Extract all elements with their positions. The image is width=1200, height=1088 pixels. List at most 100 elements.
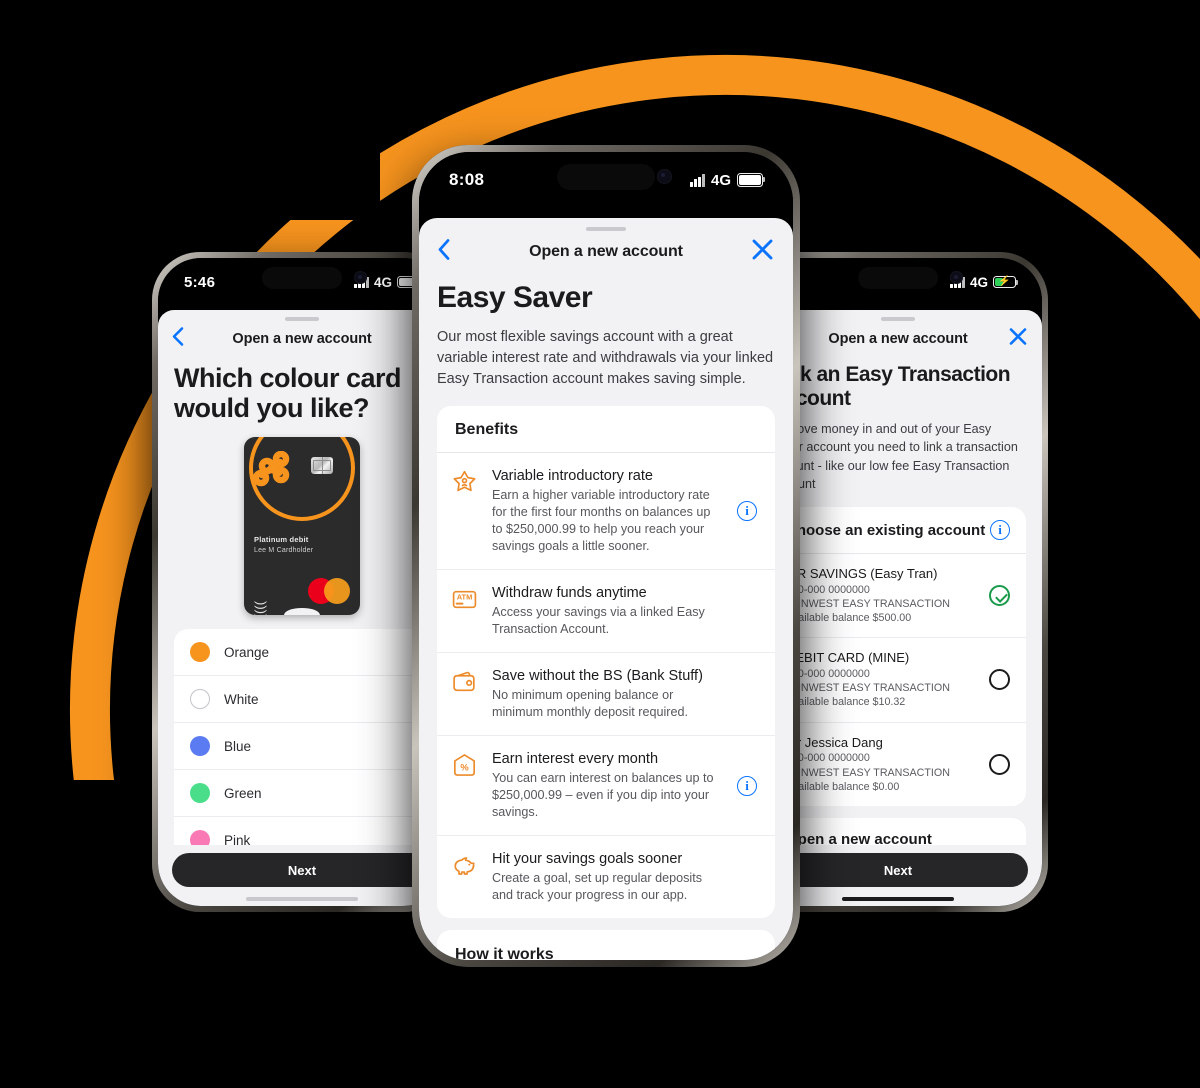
atm-card-icon: ATM (451, 584, 479, 618)
colour-label: Green (224, 785, 262, 801)
front-camera-icon (657, 169, 672, 184)
status-bar-left: 5:46 4G (158, 258, 446, 306)
colour-label: Blue (224, 738, 252, 754)
radio-selected-icon[interactable] (989, 585, 1010, 607)
network-label: 4G (969, 274, 988, 290)
home-indicator (246, 897, 358, 901)
new-account-panel: Open a new account Easy Transaction Acco… (770, 817, 1026, 845)
list-item[interactable]: Blue (174, 723, 430, 771)
account-type: SUNWEST EASY TRANSACTION (786, 766, 950, 779)
sheet-left: Open a new account Which colour card wou… (158, 310, 446, 906)
account-type: SUNWEST EASY TRANSACTION (786, 682, 950, 695)
nav-title: Open a new account (529, 243, 683, 260)
account-type: SUNWEST EASY TRANSACTION (786, 598, 950, 611)
page-description: To move money in and out of your Easy Sa… (770, 422, 1018, 491)
colour-swatch (190, 642, 210, 663)
benefit-desc: Earn a higher variable introductory rate… (492, 487, 711, 553)
piggy-bank-icon (451, 850, 479, 884)
bank-logo-icon (252, 451, 305, 496)
star-badge-icon (451, 467, 479, 501)
page-description: Our most flexible savings account with a… (437, 328, 774, 387)
colour-label: Pink (224, 832, 251, 845)
phone-left: 5:46 4G Open a new account Which colour … (152, 252, 452, 912)
account-name: MR SAVINGS (Easy Tran) (786, 566, 938, 582)
cta-container-left: Next (158, 845, 446, 897)
next-button[interactable]: Next (172, 853, 432, 887)
next-button[interactable]: Next (768, 853, 1028, 887)
info-icon[interactable]: i (990, 520, 1010, 541)
card-holder-name: Lee M Cardholder (254, 547, 314, 555)
page-title: Easy Saver (437, 281, 593, 314)
network-label: 4G (373, 274, 392, 290)
list-item[interactable]: ATM Withdraw funds anytime Access your s… (437, 570, 775, 653)
svg-text:%: % (460, 762, 469, 772)
existing-accounts-header: Choose an existing account i (770, 507, 1026, 555)
close-button[interactable] (1008, 327, 1028, 352)
colour-label: Orange (224, 644, 270, 660)
colour-swatch (190, 830, 210, 845)
dynamic-island (262, 267, 342, 289)
new-account-header: Open a new account (770, 818, 1026, 845)
account-balance: Available balance $10.32 (786, 696, 906, 709)
account-number: 000-000 0000000 (786, 583, 870, 596)
benefit-title: Variable introductory rate (492, 467, 653, 484)
ring-mask-bottom-mid (430, 960, 760, 1088)
battery-charging-icon: ⚡ (993, 276, 1019, 288)
bolt-icon: ⚡ (998, 276, 1011, 287)
back-button[interactable] (437, 238, 451, 267)
status-time: 5:46 (184, 273, 216, 291)
table-row[interactable]: Mr Jessica Dang 000-000 0000000 SUNWEST … (770, 723, 1026, 806)
benefit-title: Earn interest every month (492, 751, 659, 768)
card-chip-icon (311, 457, 333, 475)
front-camera-icon (950, 271, 963, 284)
mastercard-icon (308, 578, 350, 605)
page-title: Link an Easy Transaction Account (770, 363, 1011, 410)
account-balance: Available balance $0.00 (786, 780, 900, 793)
account-number: 000-000 0000000 (786, 752, 870, 765)
front-camera-icon (354, 271, 367, 284)
phone-center: 8:08 4G Open a new account Easy Saver Ou… (412, 145, 800, 967)
section-title: Choose an existing account (786, 521, 986, 539)
info-icon[interactable]: i (737, 500, 759, 521)
svg-text:ATM: ATM (457, 592, 473, 601)
list-item[interactable]: Orange (174, 629, 430, 677)
list-item[interactable]: Hit your savings goals sooner Create a g… (437, 836, 775, 918)
account-name: Mr Jessica Dang (786, 734, 883, 750)
benefits-panel: Benefits Variable introductory rate Earn… (437, 405, 775, 919)
colour-option-list: Orange White Blue Green Pink (174, 629, 430, 845)
ring-mask-top-left (0, 0, 380, 220)
page-title: Which colour card would you like? (174, 363, 402, 424)
how-it-works-panel[interactable]: How it works (437, 930, 775, 960)
list-item[interactable]: White (174, 676, 430, 724)
dynamic-island (557, 164, 655, 190)
list-item[interactable]: Pink (174, 817, 430, 845)
radio-icon[interactable] (989, 669, 1010, 691)
colour-swatch (190, 689, 210, 710)
account-balance: Available balance $500.00 (786, 612, 912, 625)
list-item[interactable]: Variable introductory rate Earn a higher… (437, 453, 775, 570)
back-button[interactable] (172, 327, 184, 352)
battery-icon (737, 173, 766, 187)
table-row[interactable]: DEBIT CARD (MINE) 000-000 0000000 SUNWES… (770, 638, 1026, 723)
benefit-title: Withdraw funds anytime (492, 584, 647, 601)
card-notch (284, 608, 320, 616)
info-icon[interactable]: i (737, 775, 759, 796)
dynamic-island (858, 267, 938, 289)
list-item[interactable]: % Earn interest every month You can earn… (437, 736, 775, 837)
benefit-desc: You can earn interest on balances up to … (492, 771, 714, 820)
network-label: 4G (710, 171, 731, 189)
percent-tag-icon: % (451, 750, 479, 784)
signal-bars-icon (690, 173, 705, 187)
list-item[interactable]: Save without the BS (Bank Stuff) No mini… (437, 653, 775, 737)
account-name: DEBIT CARD (MINE) (786, 650, 910, 666)
close-button[interactable] (750, 237, 775, 267)
benefit-desc: No minimum opening balance or minimum mo… (492, 688, 688, 720)
wallet-icon (451, 667, 479, 701)
benefit-title: Save without the BS (Bank Stuff) (492, 667, 703, 684)
nav-title: Open a new account (232, 331, 372, 347)
contactless-icon: )))) (254, 601, 269, 616)
how-it-works-title: How it works (455, 946, 554, 960)
radio-icon[interactable] (989, 753, 1010, 775)
table-row[interactable]: MR SAVINGS (Easy Tran) 000-000 0000000 S… (770, 554, 1026, 639)
list-item[interactable]: Green (174, 770, 430, 818)
